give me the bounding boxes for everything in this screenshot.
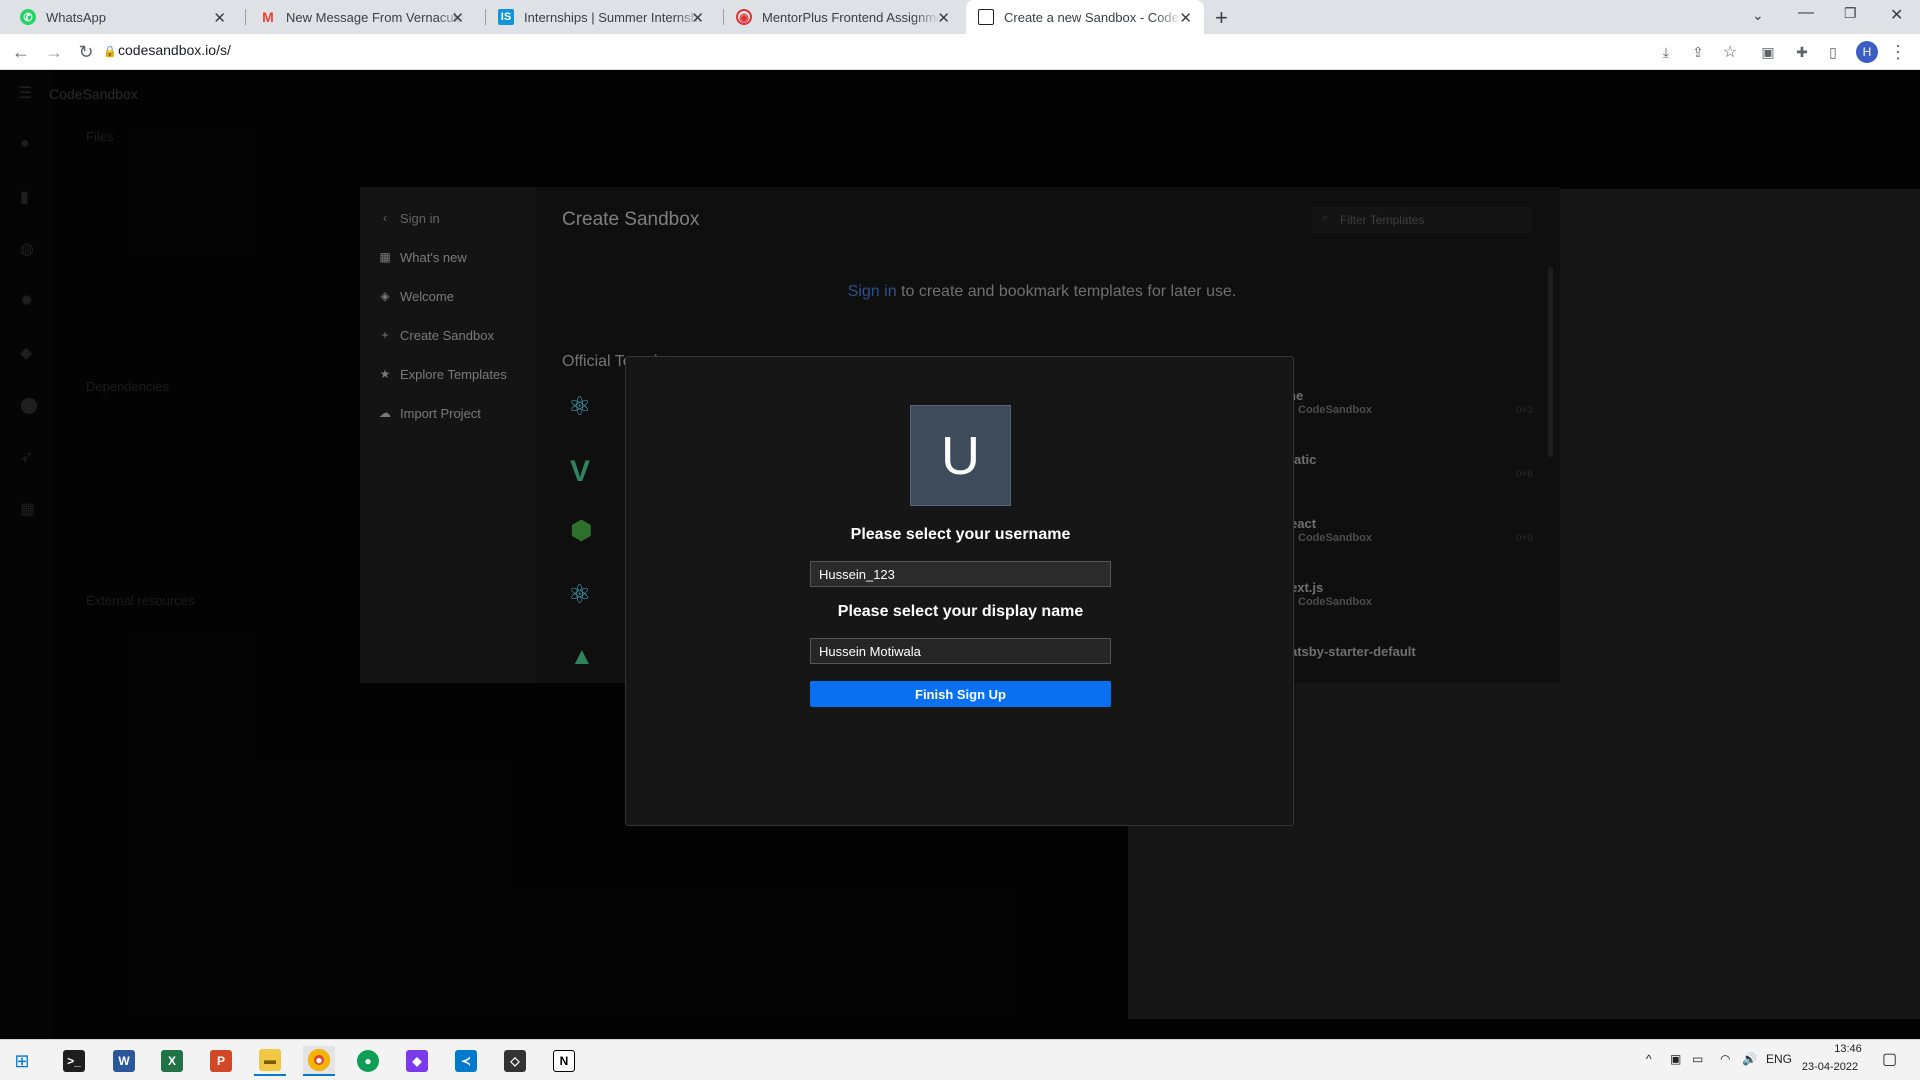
menu-dots-icon[interactable]: ⋮: [1886, 40, 1910, 64]
clock-date[interactable]: 23-04-2022: [1800, 1061, 1860, 1073]
username-label: Please select your username: [850, 526, 1071, 543]
tab-whatsapp[interactable]: ✆ WhatsApp ✕: [0, 0, 238, 34]
finish-sign-up-button[interactable]: Finish Sign Up: [810, 681, 1111, 707]
camera-icon[interactable]: ▣: [1756, 40, 1780, 64]
excel-icon[interactable]: X: [156, 1046, 188, 1076]
share-icon[interactable]: ⇪: [1686, 40, 1710, 64]
gmail-icon: M: [262, 9, 274, 25]
back-arrow-icon[interactable]: ←: [9, 40, 33, 64]
forward-arrow-icon[interactable]: →: [42, 40, 66, 64]
powerpoint-icon[interactable]: P: [205, 1046, 237, 1076]
chrome-profile-icon[interactable]: ●: [352, 1046, 384, 1076]
notion-icon[interactable]: N: [548, 1046, 580, 1076]
battery-icon[interactable]: ▭: [1692, 1052, 1703, 1066]
close-tab-icon[interactable]: ✕: [937, 9, 950, 27]
chevron-up-icon[interactable]: ^: [1646, 1052, 1652, 1066]
address-bar[interactable]: codesandbox.io/s/: [118, 42, 231, 58]
display-name-label: Please select your display name: [837, 603, 1084, 620]
avatar: U: [910, 405, 1011, 506]
tab-title: WhatsApp: [46, 9, 106, 25]
wifi-icon[interactable]: ◠: [1720, 1052, 1730, 1066]
close-tab-icon[interactable]: ✕: [213, 9, 226, 27]
camera-tray-icon[interactable]: ▣: [1670, 1052, 1681, 1066]
tab-internshala[interactable]: IS Internships | Summer Internship ✕: [478, 0, 716, 34]
tab-title: Internships | Summer Internship: [524, 9, 702, 25]
restore-button[interactable]: ❐: [1844, 5, 1857, 22]
tab-strip: ✆ WhatsApp ✕ M New Message From Vernacul…: [0, 0, 1920, 34]
word-icon[interactable]: W: [108, 1046, 140, 1076]
mentorplus-icon: ◉: [736, 9, 752, 25]
display-name-input[interactable]: [810, 638, 1111, 664]
tab-title: New Message From Vernacular In: [286, 9, 464, 25]
terminal-icon[interactable]: >_: [58, 1046, 90, 1076]
install-icon[interactable]: ⤓: [1654, 40, 1678, 64]
tab-gmail[interactable]: M New Message From Vernacular In ✕: [240, 0, 476, 34]
notification-icon[interactable]: ▢: [1882, 1049, 1897, 1069]
bookmark-star-icon[interactable]: ☆: [1718, 40, 1742, 64]
tab-title: MentorPlus Frontend Assignment: [762, 9, 940, 25]
vscode-icon[interactable]: ≺: [450, 1046, 482, 1076]
minimize-button[interactable]: —: [1798, 4, 1814, 22]
codesandbox-icon: [978, 9, 994, 25]
unity-icon[interactable]: ◇: [499, 1046, 531, 1076]
windows-taskbar: ⊞ >_ W X P ▬ ● ● ◆ ≺ ◇ N ^ ▣ ▭ ◠ 🔊 ENG 1…: [0, 1039, 1920, 1080]
internshala-icon: IS: [498, 9, 514, 25]
username-input[interactable]: [810, 561, 1111, 587]
page-content: ☰ ● ▮ ◍ ✹ ◆ ⬤ ➶ ▦ CodeSandbox Files Depe…: [0, 71, 1920, 1039]
close-tab-icon[interactable]: ✕: [1179, 9, 1192, 27]
close-tab-icon[interactable]: ✕: [691, 9, 704, 27]
close-window-button[interactable]: ✕: [1890, 5, 1903, 25]
whatsapp-icon: ✆: [20, 9, 36, 25]
file-explorer-icon[interactable]: ▬: [254, 1046, 286, 1076]
profile-avatar[interactable]: H: [1856, 41, 1878, 63]
close-tab-icon[interactable]: ✕: [451, 9, 464, 27]
volume-icon[interactable]: 🔊: [1742, 1052, 1757, 1066]
tab-title: Create a new Sandbox - CodeSan: [1004, 9, 1182, 25]
tab-codesandbox[interactable]: Create a new Sandbox - CodeSan ✕: [966, 0, 1204, 34]
extensions-icon[interactable]: ✚: [1790, 40, 1814, 64]
browser-toolbar: ← → ↻ 🔒 codesandbox.io/s/ ⤓ ⇪ ☆ ▣ ✚ ▯ H …: [0, 34, 1920, 70]
chrome-icon[interactable]: ●: [303, 1046, 335, 1076]
new-tab-button[interactable]: +: [1215, 5, 1228, 31]
tab-mentorplus[interactable]: ◉ MentorPlus Frontend Assignment ✕: [716, 0, 962, 34]
windows-start-icon[interactable]: ⊞: [6, 1046, 38, 1076]
tab-search-chevron-icon[interactable]: ⌄: [1752, 7, 1764, 24]
obsidian-icon[interactable]: ◆: [401, 1046, 433, 1076]
reload-icon[interactable]: ↻: [74, 40, 98, 64]
clock-time[interactable]: 13:46: [1818, 1043, 1878, 1055]
language-indicator[interactable]: ENG: [1766, 1052, 1792, 1066]
lock-icon: 🔒: [103, 46, 117, 58]
signup-dialog: U Please select your username Please sel…: [625, 356, 1294, 826]
side-panel-icon[interactable]: ▯: [1821, 40, 1845, 64]
